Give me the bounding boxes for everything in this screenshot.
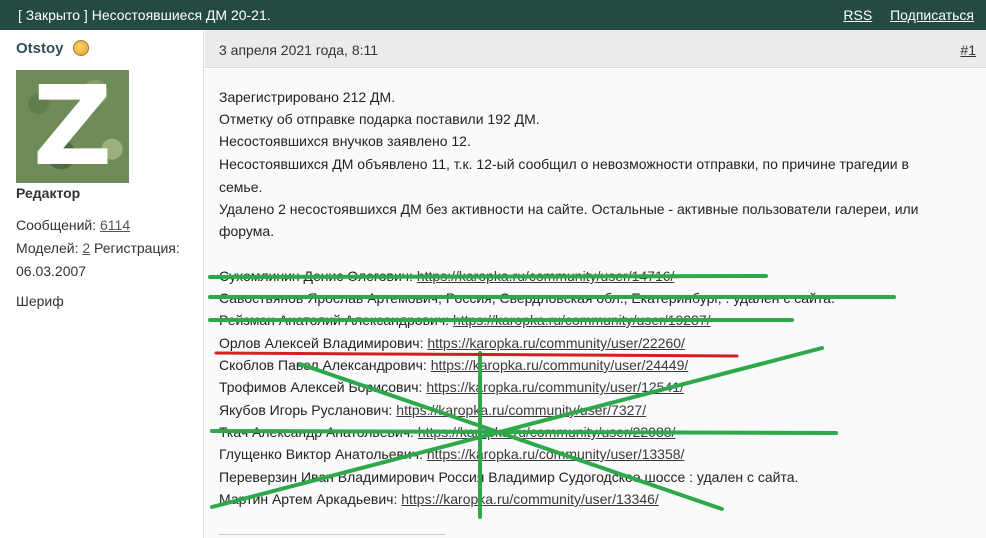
list-item-name: Мартин Артем Аркадьевич: (219, 491, 398, 507)
list-item-name: Сухомлинин Денис Олегович: (219, 268, 413, 284)
list-item: Глущенко Виктор Анатольевич: https://kar… (219, 446, 684, 462)
profile-link[interactable]: https://karopka.ru/community/user/13358/ (427, 446, 685, 462)
list-item-name: Якубов Игорь Русланович: (219, 402, 393, 418)
author-sidebar: Otstoy Z Редактор Сообщений: 6114 Моделе… (0, 30, 204, 538)
avatar-letter: Z (32, 70, 113, 183)
author-rank: Шериф (16, 293, 64, 309)
messages-count-link[interactable]: 6114 (100, 217, 130, 233)
signature-divider (219, 534, 445, 535)
list-item-name: Переверзин Иван Владимирович Россия Влад… (219, 469, 799, 485)
subscribe-link[interactable]: Подписаться (890, 7, 974, 23)
list-item: Савостьянов Ярослав Артемович, Россия, С… (219, 290, 835, 306)
registration-label: Регистрация: (94, 240, 180, 256)
online-status-icon (73, 40, 89, 56)
rss-link[interactable]: RSS (843, 7, 872, 23)
topic-title: [ Закрыто ] Несостоявшиеся ДМ 20-21. (18, 7, 271, 23)
list-item-name: Орлов Алексей Владимирович: (219, 335, 424, 351)
list-item-name: Рейзман Анатолий Александрович: (219, 312, 450, 328)
profile-link[interactable]: https://karopka.ru/community/user/19287/ (453, 312, 711, 328)
list-item-name: Скоблов Павел Александрович: (219, 357, 427, 373)
profile-link[interactable]: https://karopka.ru/community/user/22088/ (418, 424, 676, 440)
post-paragraph: форума. (219, 223, 275, 239)
post-body: Зарегистрировано 212 ДМ. Отметку об отпр… (205, 69, 986, 538)
profile-link[interactable]: https://karopka.ru/community/user/13346/ (401, 491, 659, 507)
list-item: Рейзман Анатолий Александрович: https://… (219, 312, 711, 328)
post-permalink[interactable]: #1 (960, 42, 976, 58)
profile-link[interactable]: https://karopka.ru/community/user/22260/ (427, 335, 685, 351)
list-item-name: Ткач Александр Анатольевич: (219, 424, 414, 440)
messages-label: Сообщений: (16, 217, 97, 233)
models-count-link[interactable]: 2 (82, 240, 90, 256)
profile-link[interactable]: https://karopka.ru/community/user/24449/ (431, 357, 689, 373)
registration-date: 06.03.2007 (16, 263, 87, 279)
profile-link[interactable]: https://karopka.ru/community/user/12541/ (426, 379, 684, 395)
post-header: 3 апреля 2021 года, 8:11 #1 (205, 30, 986, 68)
list-item: Мартин Артем Аркадьевич: https://karopka… (219, 491, 659, 507)
models-label: Моделей: (16, 240, 79, 256)
post-paragraph: Несостоявшихся ДМ объявлено 11, т.к. 12-… (219, 156, 909, 172)
topic-header-bar: [ Закрыто ] Несостоявшиеся ДМ 20-21. RSS… (0, 0, 986, 30)
topic-links: RSS Подписаться (829, 7, 974, 23)
post-date: 3 апреля 2021 года, 8:11 (219, 42, 379, 58)
list-item: Переверзин Иван Владимирович Россия Влад… (219, 469, 798, 485)
post-paragraph: семье. (219, 179, 263, 195)
list-item-name: Савостьянов Ярослав Артемович, Россия, С… (219, 290, 835, 306)
author-name[interactable]: Otstoy (16, 40, 64, 57)
post-paragraph: Отметку об отправке подарка поставили 19… (219, 111, 540, 127)
post-paragraph: Зарегистрировано 212 ДМ. (219, 89, 396, 105)
list-item-name: Трофимов Алексей Борисович: (219, 379, 423, 395)
author-meta: Сообщений: 6114 Моделей: 2 Регистрация: … (16, 214, 201, 283)
profile-link[interactable]: https://karopka.ru/community/user/7327/ (396, 402, 646, 418)
list-item-name: Глущенко Виктор Анатольевич: (219, 446, 423, 462)
list-item: Сухомлинин Денис Олегович: https://karop… (219, 268, 674, 284)
avatar: Z (16, 70, 129, 183)
author-role: Редактор (16, 185, 81, 201)
list-item: Ткач Александр Анатольевич: https://karo… (219, 424, 675, 440)
post-paragraph: Удалено 2 несостоявшихся ДМ без активнос… (219, 201, 919, 217)
list-item: Орлов Алексей Владимирович: https://karo… (219, 335, 685, 351)
list-item: Трофимов Алексей Борисович: https://karo… (219, 379, 684, 395)
post-paragraph: Несостоявшихся внучков заявлено 12. (219, 133, 471, 149)
profile-link[interactable]: https://karopka.ru/community/user/14716/ (417, 268, 675, 284)
list-item: Скоблов Павел Александрович: https://kar… (219, 357, 688, 373)
list-item: Якубов Игорь Русланович: https://karopka… (219, 402, 646, 418)
